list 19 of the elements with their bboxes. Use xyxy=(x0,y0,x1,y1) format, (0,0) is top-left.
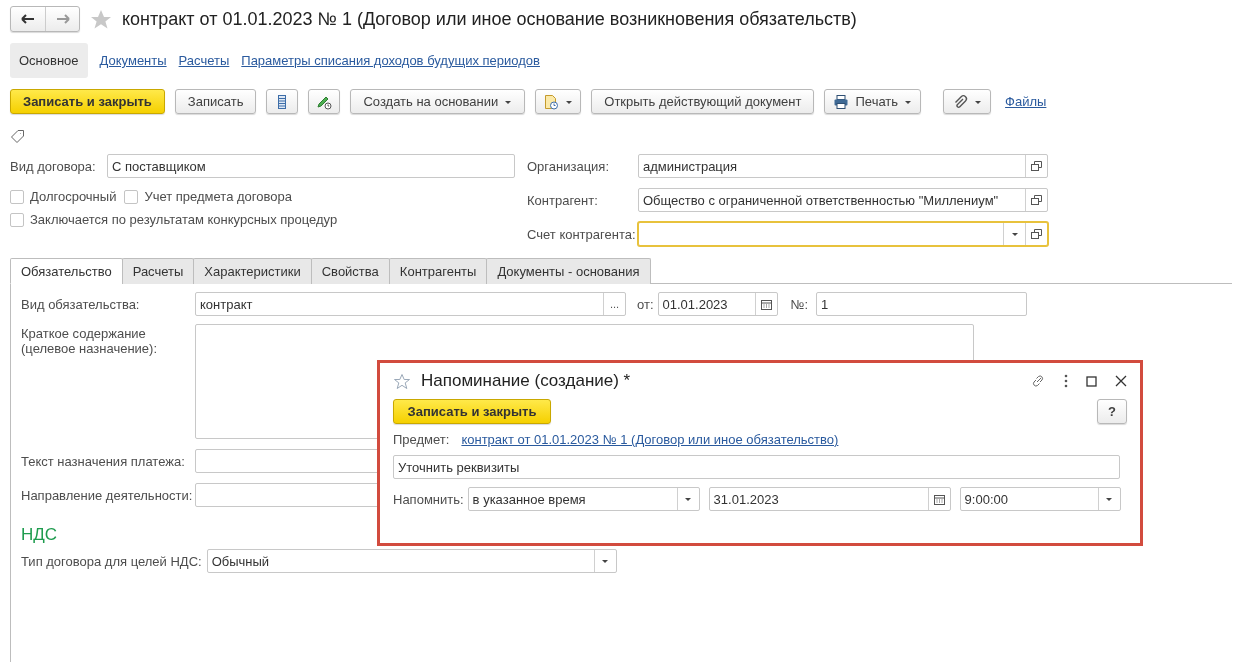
field-label: Организация: xyxy=(527,158,611,174)
field-label: №: xyxy=(790,296,809,312)
field-label: от: xyxy=(637,296,654,312)
field-label: Напомнить: xyxy=(393,491,464,507)
field-label: Направление деятельности: xyxy=(21,487,194,503)
field-label: Вид обязательства: xyxy=(21,296,141,312)
window-title: контракт от 01.01.2023 № 1 (Договор или иное основание возникновения обязательств) xyxy=(122,8,857,30)
field-label: Краткое содержание (целевое назначение): xyxy=(21,326,159,356)
dialog-title: Напоминание (создание) * xyxy=(421,371,631,391)
field-label: Контрагент: xyxy=(527,192,599,208)
field-label: Вид договора: xyxy=(10,158,97,174)
checkbox-label: Долгосрочный xyxy=(30,189,117,204)
section-heading: НДС xyxy=(21,525,59,545)
field-label: Счет контрагента: xyxy=(527,226,637,242)
field-label: Предмет: xyxy=(393,432,450,447)
field-label: Тип договора для целей НДС: xyxy=(21,553,202,569)
checkbox-label: Заключается по результатам конкурсных процедур xyxy=(30,212,338,227)
field-label: Текст назначения платежа: xyxy=(21,453,186,469)
checkbox-label: Учет предмета договора xyxy=(144,189,292,204)
